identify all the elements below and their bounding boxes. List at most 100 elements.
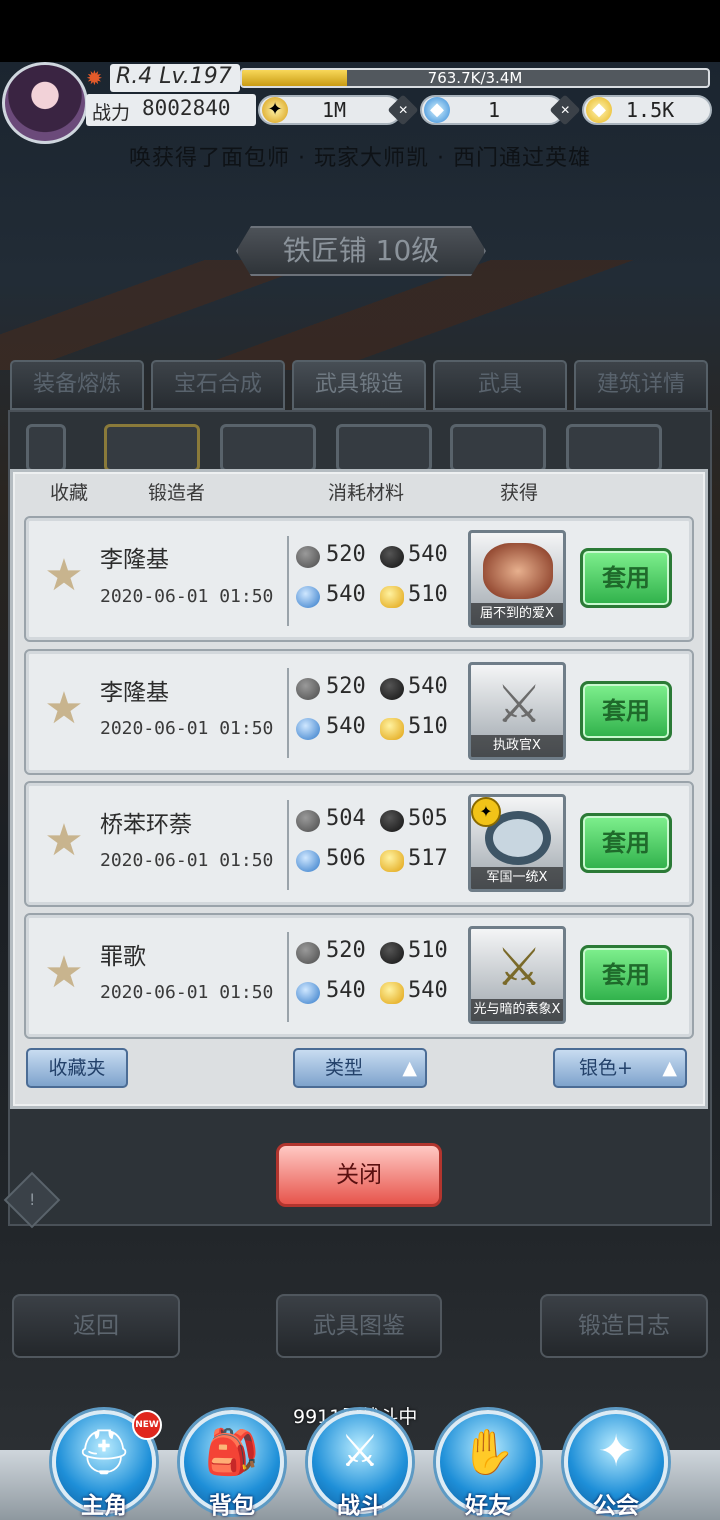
equip-button[interactable]: 套用 [580, 681, 672, 741]
header-favorite: 收藏 [50, 482, 89, 504]
stone-icon [296, 678, 320, 700]
spear-icon: ⚔ [495, 938, 543, 998]
forge-log-button[interactable]: 锻造日志 [540, 1294, 708, 1358]
forge-slot[interactable] [450, 424, 546, 472]
type-filter-button[interactable]: 类型 ▲ [293, 1048, 427, 1088]
special-badge-icon: ✦ [471, 797, 501, 827]
gold-ore-icon [380, 850, 404, 872]
exp-bar: 763.7K/3.4M [240, 68, 710, 88]
background-roof [0, 260, 720, 370]
close-button[interactable]: 关闭 [276, 1143, 442, 1207]
level-text: R.4 Lv.197 [116, 64, 232, 89]
stone-icon [296, 810, 320, 832]
forge-slot[interactable] [220, 424, 316, 472]
coal-icon [380, 810, 404, 832]
equip-button[interactable]: 套用 [580, 813, 672, 873]
smith-name: 李隆基 [100, 547, 169, 573]
item-name: 光与暗的表象X [471, 999, 563, 1021]
gold-ore-icon [380, 982, 404, 1004]
row-divider [287, 800, 289, 890]
favorite-star-icon[interactable]: ★ [44, 947, 84, 998]
currency-gold-value: 1M [322, 98, 347, 122]
obtained-item[interactable]: ⚔ 光与暗的表象X [468, 926, 566, 1024]
tab-smelt[interactable]: 装备熔炼 [10, 360, 144, 410]
favorite-star-icon[interactable]: ★ [44, 550, 84, 601]
coal-amount: 540 [408, 542, 448, 567]
gold-ore-icon [380, 586, 404, 608]
new-badge: NEW [132, 1410, 162, 1440]
header-materials: 消耗材料 [328, 482, 405, 504]
forge-slot[interactable] [336, 424, 432, 472]
crystal-amount: 540 [326, 582, 366, 607]
coal-icon [380, 942, 404, 964]
currency-gem-value: 1.5K [626, 98, 675, 122]
triangle-up-icon: ▲ [402, 1057, 417, 1079]
row-divider [287, 932, 289, 1022]
gold-amount: 517 [408, 846, 448, 871]
crystal-amount: 540 [326, 714, 366, 739]
crystal-icon [296, 850, 320, 872]
row-divider [287, 668, 289, 758]
favorite-star-icon[interactable]: ★ [44, 815, 84, 866]
stone-amount: 504 [326, 806, 366, 831]
coal-icon [380, 546, 404, 568]
tab-building-details[interactable]: 建筑详情 [574, 360, 708, 410]
type-filter-label: 类型 [325, 1057, 364, 1079]
weapon-catalog-button[interactable]: 武具图鉴 [276, 1294, 442, 1358]
forge-slot[interactable] [566, 424, 662, 472]
side-label [26, 424, 66, 472]
stone-amount: 520 [326, 674, 366, 699]
obtained-item[interactable]: ✦ 军国一统X [468, 794, 566, 892]
blue-diamond-icon: ◆ [424, 97, 450, 123]
nav-label-battle: 战斗 [337, 1493, 383, 1519]
favorites-filter-button[interactable]: 收藏夹 [26, 1048, 128, 1088]
gold-ore-icon [380, 718, 404, 740]
stone-icon [296, 546, 320, 568]
status-bar [0, 0, 720, 62]
forge-date: 2020-06-01 01:50 [100, 850, 274, 871]
tab-forge[interactable]: 武具锻造 [292, 360, 426, 410]
coal-amount: 510 [408, 938, 448, 963]
armor-icon [483, 543, 553, 599]
back-button[interactable]: 返回 [12, 1294, 180, 1358]
gold-gem-icon: ◆ [586, 97, 612, 123]
favorite-star-icon[interactable]: ★ [44, 683, 84, 734]
backpack-icon: 🎒 [204, 1427, 260, 1478]
equip-button[interactable]: 套用 [580, 548, 672, 608]
nav-label-hero: 主角 [81, 1493, 127, 1519]
gold-amount: 510 [408, 582, 448, 607]
currency-diamond-value: 1 [488, 98, 501, 122]
crystal-amount: 540 [326, 978, 366, 1003]
handshake-icon: ✋ [460, 1427, 516, 1478]
header-obtain: 获得 [500, 482, 539, 504]
gold-amount: 510 [408, 714, 448, 739]
nav-label-guild: 公会 [593, 1493, 639, 1519]
quality-filter-label: 银色+ [579, 1057, 633, 1079]
smith-name: 李隆基 [100, 680, 169, 706]
obtained-item[interactable]: ⚔ 执政官X [468, 662, 566, 760]
obtained-item[interactable]: 届不到的爱X [468, 530, 566, 628]
coal-amount: 540 [408, 674, 448, 699]
forge-date: 2020-06-01 01:50 [100, 586, 274, 607]
rank-badge-icon: ✹ [86, 66, 103, 90]
coal-amount: 505 [408, 806, 448, 831]
news-ticker: 唤获得了面包师 · 玩家大师凯 · 西门通过英雄 [129, 146, 591, 171]
stone-amount: 520 [326, 938, 366, 963]
tab-weapons[interactable]: 武具 [433, 360, 567, 410]
gold-coin-icon: ✦ [262, 97, 288, 123]
equip-button[interactable]: 套用 [580, 945, 672, 1005]
forge-date: 2020-06-01 01:50 [100, 982, 274, 1003]
quality-filter-button[interactable]: 银色+ ▲ [553, 1048, 687, 1088]
tab-gem-synthesis[interactable]: 宝石合成 [151, 360, 285, 410]
power-value: 8002840 [142, 96, 231, 120]
crystal-icon [296, 718, 320, 740]
forge-slot[interactable] [104, 424, 200, 472]
nav-label-friends: 好友 [465, 1493, 511, 1519]
player-avatar[interactable] [2, 62, 88, 144]
item-name: 执政官X [471, 735, 563, 757]
header-smith: 锻造者 [148, 482, 206, 504]
nav-label-bag: 背包 [209, 1493, 255, 1519]
smith-name: 桥苯环萘 [100, 812, 192, 838]
stone-icon [296, 942, 320, 964]
smith-name: 罪歌 [100, 944, 146, 970]
